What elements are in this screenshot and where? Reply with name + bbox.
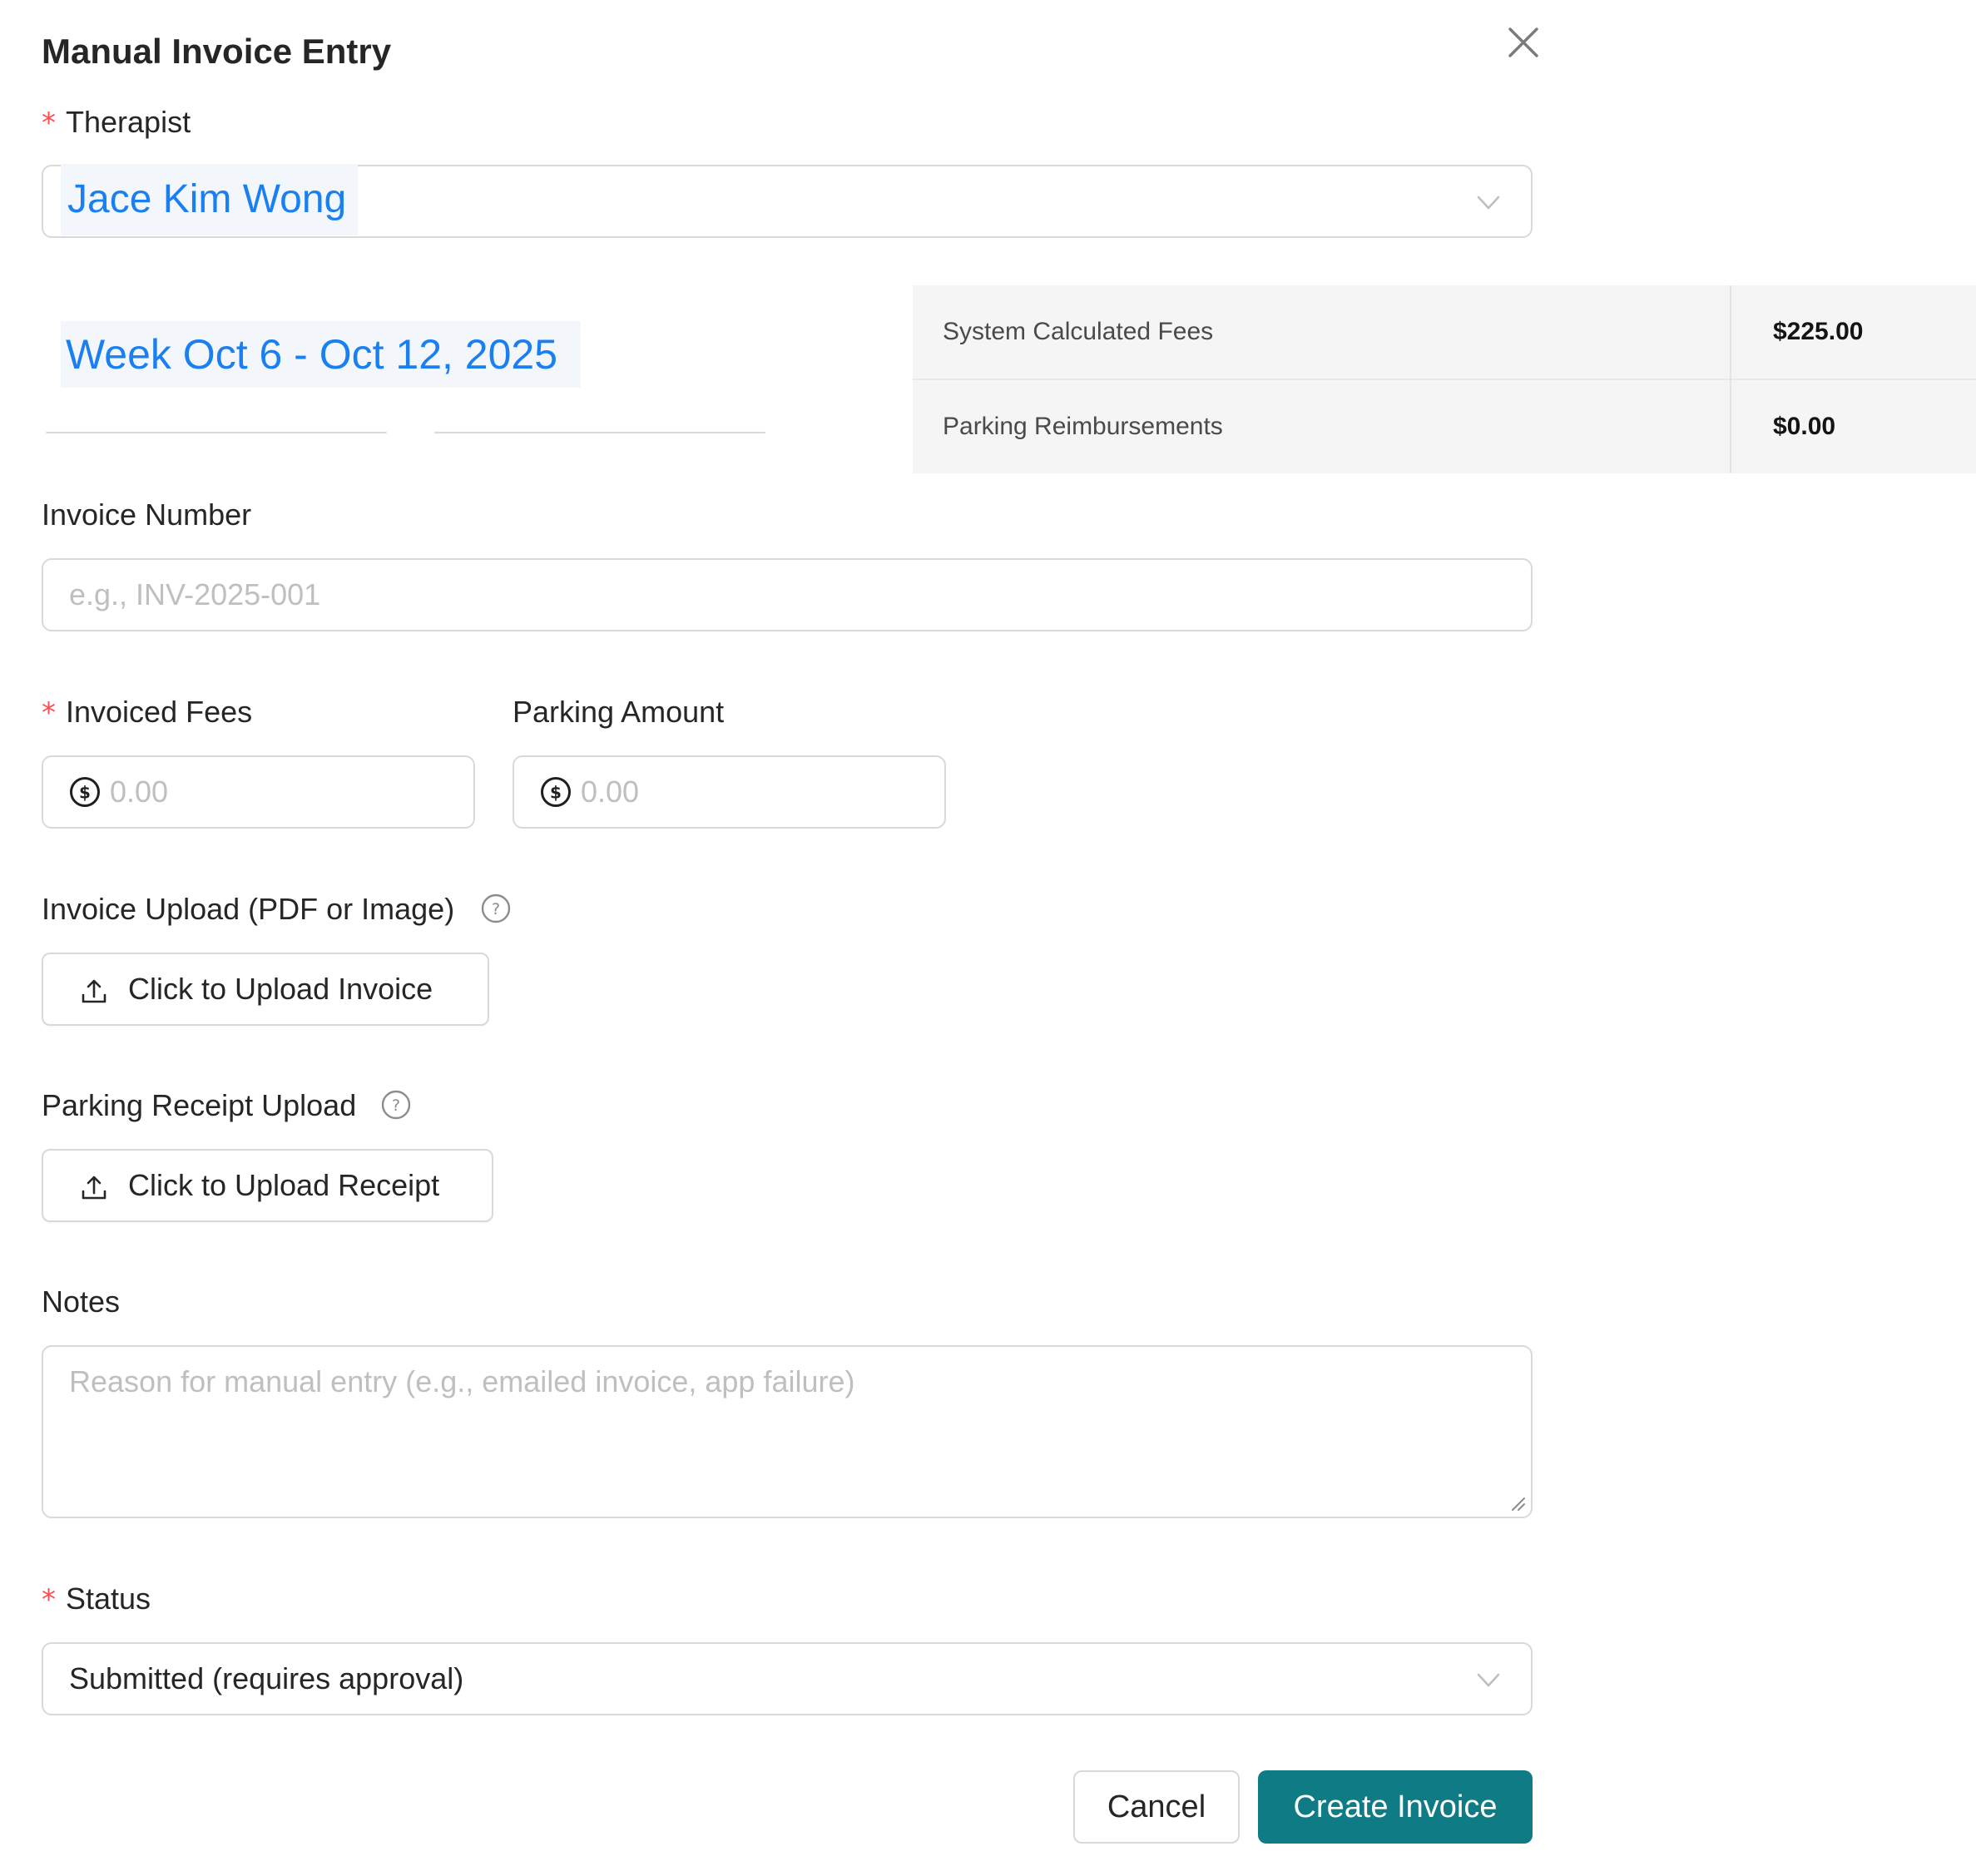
fees-summary-value: $0.00 (1773, 413, 1836, 440)
chevron-down-icon (1474, 1666, 1503, 1694)
status-selected-value: Submitted (requires approval) (69, 1661, 464, 1695)
fees-summary-name: Parking Reimbursements (943, 413, 1223, 440)
question-circle-icon[interactable]: ? (480, 893, 512, 924)
resize-grip-icon[interactable] (1508, 1493, 1526, 1512)
notes-placeholder: Reason for manual entry (e.g., emailed i… (69, 1364, 855, 1398)
close-button[interactable] (1502, 21, 1545, 64)
question-circle-icon[interactable]: ? (380, 1089, 412, 1121)
upload-receipt-label: Click to Upload Receipt (128, 1168, 440, 1202)
invoice-number-input[interactable]: e.g., INV-2025-001 (42, 558, 1533, 631)
required-mark: * (42, 106, 56, 140)
fees-summary-row: System Calculated Fees $225.00 (913, 285, 1976, 380)
fees-summary-name: System Calculated Fees (943, 318, 1214, 345)
invoiced-fees-input[interactable]: $ 0.00 (42, 755, 475, 829)
chevron-down-icon (1474, 188, 1503, 216)
upload-icon (79, 1172, 109, 1202)
upload-icon (79, 976, 109, 1006)
receipt-upload-label: Parking Receipt Upload (42, 1088, 357, 1122)
invoiced-fees-label-row: * Invoiced Fees (42, 694, 252, 731)
status-label-row: * Status (42, 1581, 151, 1618)
modal-title: Manual Invoice Entry (42, 32, 392, 71)
fees-summary-value: $225.00 (1773, 318, 1864, 345)
svg-text:?: ? (492, 900, 500, 918)
fees-summary-table: System Calculated Fees $225.00 Parking R… (913, 285, 1976, 473)
parking-amount-placeholder: 0.00 (581, 775, 640, 809)
dollar-circle-icon: $ (539, 775, 572, 809)
invoice-number-label: Invoice Number (42, 497, 252, 532)
required-mark: * (42, 1583, 56, 1616)
upload-invoice-button[interactable]: Click to Upload Invoice (42, 953, 489, 1026)
invoiced-fees-placeholder: 0.00 (110, 775, 169, 809)
date-range-underline-start (46, 432, 387, 433)
week-label: Week Oct 6 - Oct 12, 2025 (61, 321, 582, 388)
svg-text:?: ? (392, 1096, 400, 1115)
status-label: Status (66, 1581, 151, 1616)
notes-textarea[interactable]: Reason for manual entry (e.g., emailed i… (42, 1345, 1533, 1518)
fees-summary-row: Parking Reimbursements $0.00 (913, 380, 1976, 473)
required-mark: * (42, 696, 56, 730)
date-range-underline-end (434, 432, 765, 433)
upload-receipt-button[interactable]: Click to Upload Receipt (42, 1149, 493, 1222)
invoice-number-placeholder: e.g., INV-2025-001 (69, 577, 321, 611)
svg-text:$: $ (79, 783, 91, 803)
upload-invoice-label: Click to Upload Invoice (128, 972, 433, 1006)
fees-summary-divider (1730, 285, 1731, 473)
cancel-button[interactable]: Cancel (1073, 1770, 1240, 1844)
invoiced-fees-label: Invoiced Fees (66, 695, 253, 729)
parking-amount-label: Parking Amount (513, 695, 725, 729)
create-invoice-button[interactable]: Create Invoice (1258, 1770, 1533, 1844)
therapist-selected-value: Jace Kim Wong (61, 164, 359, 235)
svg-text:$: $ (550, 783, 562, 803)
therapist-label: Therapist (66, 105, 191, 139)
notes-label: Notes (42, 1284, 121, 1319)
parking-amount-input[interactable]: $ 0.00 (513, 755, 946, 829)
invoice-upload-label: Invoice Upload (PDF or Image) (42, 892, 455, 926)
close-icon (1502, 21, 1545, 64)
dollar-circle-icon: $ (68, 775, 102, 809)
therapist-label-row: * Therapist (42, 104, 191, 141)
status-select[interactable]: Submitted (requires approval) (42, 1642, 1533, 1715)
